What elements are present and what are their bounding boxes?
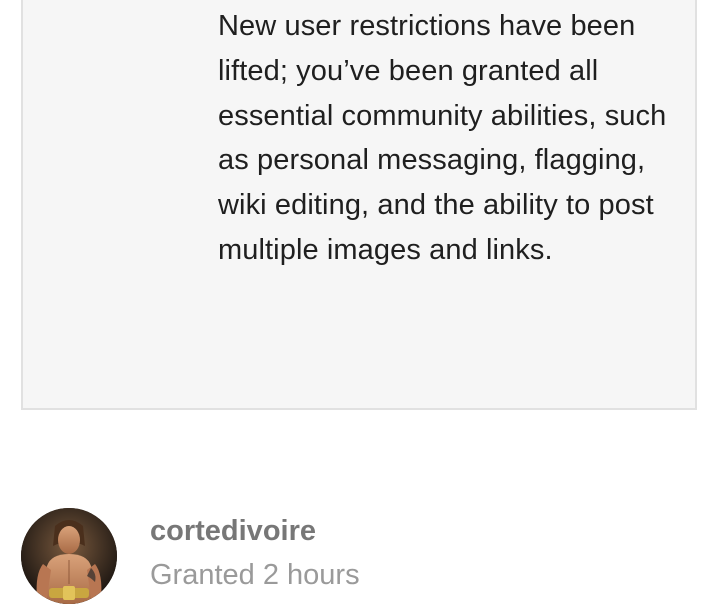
avatar[interactable]	[21, 508, 117, 604]
page: New user restrictions have been lifted; …	[0, 0, 714, 616]
notice-card: New user restrictions have been lifted; …	[21, 0, 697, 410]
user-row[interactable]: cortedivoire Granted 2 hours	[21, 508, 701, 608]
notice-text: New user restrictions have been lifted; …	[218, 10, 667, 266]
granted-timestamp: Granted 2 hours	[150, 559, 360, 591]
wrestler-avatar-icon	[21, 508, 117, 604]
username[interactable]: cortedivoire	[150, 512, 316, 550]
